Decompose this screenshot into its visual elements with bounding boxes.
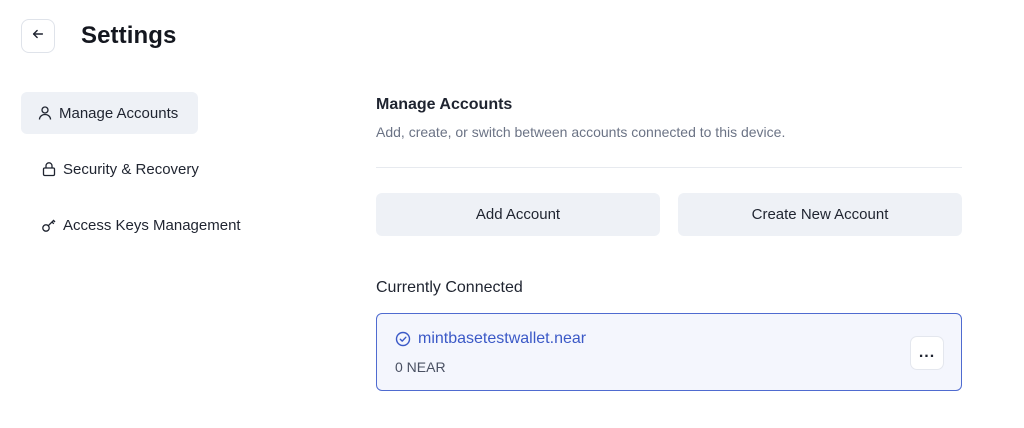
section-description: Add, create, or switch between accounts … xyxy=(376,124,786,140)
more-dots-icon: ... xyxy=(918,344,936,361)
sidebar-item-label: Manage Accounts xyxy=(59,104,179,122)
lock-icon xyxy=(41,161,57,177)
settings-page: Settings Manage Accounts Security & Reco… xyxy=(0,0,1024,428)
account-balance: 0 NEAR xyxy=(395,359,446,375)
section-title: Manage Accounts xyxy=(376,96,513,113)
account-name: mintbasetestwallet.near xyxy=(418,330,587,347)
page-title: Settings xyxy=(81,22,177,49)
divider xyxy=(376,167,962,168)
create-new-account-button[interactable]: Create New Account xyxy=(678,193,962,236)
user-icon xyxy=(37,105,53,121)
account-actions: Add Account Create New Account xyxy=(376,193,962,236)
add-account-button[interactable]: Add Account xyxy=(376,193,660,236)
sidebar-item-label: Access Keys Management xyxy=(63,216,241,234)
key-icon xyxy=(41,217,57,233)
manage-accounts-section: Manage Accounts Add, create, or switch b… xyxy=(376,96,962,391)
settings-sidebar: Manage Accounts Security & Recovery Acce… xyxy=(21,92,261,260)
currently-connected-label: Currently Connected xyxy=(376,279,523,296)
check-circle-icon xyxy=(395,331,411,347)
sidebar-item-access-keys[interactable]: Access Keys Management xyxy=(21,204,261,246)
arrow-left-icon xyxy=(31,27,45,46)
connected-account-card[interactable]: mintbasetestwallet.near 0 NEAR ... xyxy=(376,313,962,391)
sidebar-item-security-recovery[interactable]: Security & Recovery xyxy=(21,148,261,190)
sidebar-item-label: Security & Recovery xyxy=(63,160,199,178)
back-button[interactable] xyxy=(21,19,55,53)
more-options-button[interactable]: ... xyxy=(911,337,943,369)
sidebar-item-manage-accounts[interactable]: Manage Accounts xyxy=(21,92,198,134)
